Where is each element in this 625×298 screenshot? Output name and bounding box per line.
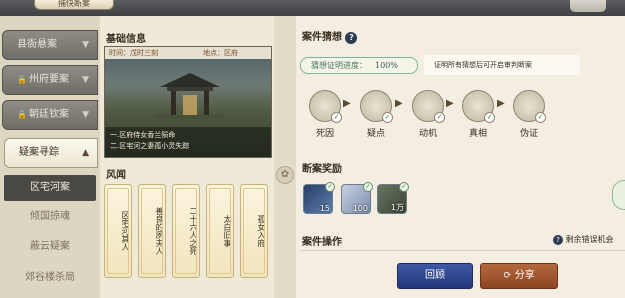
check-icon: ✓ xyxy=(399,182,409,192)
check-icon: ✓ xyxy=(325,182,335,192)
sidebar-item-label: 朝廷钦案 xyxy=(28,109,69,120)
reward-count: 15 xyxy=(319,204,330,213)
operation-title: 案件操作 xyxy=(302,237,342,248)
review-button[interactable]: 回顾 xyxy=(397,263,473,289)
rumor-scroll[interactable]: 善良的夙夫人 xyxy=(138,184,166,278)
panel-splitter: ✿ xyxy=(274,16,296,298)
arrow-right-icon: ▶ xyxy=(395,98,403,109)
step-cause-of-death[interactable]: ✓ 死因 xyxy=(302,90,348,139)
check-icon: ✓ xyxy=(484,112,495,123)
step-doubt[interactable]: ✓ 疑点 xyxy=(353,90,399,139)
truth-icon: ✓ xyxy=(462,90,495,123)
case-line-2: 二.区宅河之妻孤小灵失踪 xyxy=(110,142,190,150)
sidebar-item-label: 州府要案 xyxy=(28,74,69,85)
case-guess-title: 案件猜想 ? xyxy=(302,28,358,44)
sub-item-case-3[interactable]: 蔽云疑案 xyxy=(0,234,100,260)
share-button[interactable]: ⟳ 分享 xyxy=(480,263,558,289)
scroll-item-icon[interactable]: ✓ 15 xyxy=(303,182,335,214)
lock-icon: 🔒 xyxy=(17,110,27,119)
rumor-scroll[interactable]: 二十六人之死 xyxy=(172,184,200,278)
step-label: 动机 xyxy=(418,129,437,139)
sidebar-item-mystery-trail[interactable]: 疑案寻踪 ▲ xyxy=(4,138,98,168)
case-guess-title-text: 案件猜想 xyxy=(302,32,342,43)
share-icon: ⟳ xyxy=(503,270,512,281)
motive-icon: ✓ xyxy=(412,90,445,123)
check-icon: ✓ xyxy=(331,112,342,123)
scene-image: 时间：戊时三刻 地点：区府 一.区府侍女香兰殒命 二.区宅河之妻孤小灵失踪 xyxy=(104,46,272,158)
guess-progress: 猜想证明进度： 100% xyxy=(300,57,418,74)
step-motive[interactable]: ✓ 动机 xyxy=(405,90,451,139)
sidebar-item-label: 县衙悬案 xyxy=(17,39,57,50)
flower-icon[interactable]: ✿ xyxy=(276,166,294,184)
rumors-title: 风闻 xyxy=(106,170,126,181)
sidebar-item-county-case[interactable]: 县衙悬案 ▼ xyxy=(2,30,98,60)
sub-item-case-4[interactable]: 郊谷楼杀局 xyxy=(0,265,100,291)
fake-evidence-icon: ✓ xyxy=(513,90,546,123)
chevron-down-icon: ▼ xyxy=(82,40,89,50)
rumor-scroll[interactable]: 太白旧事 xyxy=(206,184,234,278)
rumor-scrolls: 区宅河其人 善良的夙夫人 二十六人之死 太白旧事 孤女入府 xyxy=(104,184,272,280)
check-icon: ✓ xyxy=(382,112,393,123)
time-label: 时间：戊时三刻 xyxy=(109,49,158,57)
gate-illustration xyxy=(155,73,225,119)
arrow-right-icon: ▶ xyxy=(446,98,454,109)
reward-count: 1万 xyxy=(390,203,404,212)
basic-info-title: 基础信息 xyxy=(106,34,146,45)
step-label: 死因 xyxy=(315,129,334,139)
help-icon[interactable]: ? xyxy=(553,235,563,245)
location-label: 地点：区府 xyxy=(203,49,238,57)
sidebar-item-prefecture-case[interactable]: 🔒 州府要案 ▼ xyxy=(2,65,98,95)
sidebar-item-label: 疑案寻踪 xyxy=(19,147,59,158)
remaining-chances-label: 剩余错误机会 xyxy=(565,235,614,244)
case-line-1: 一.区府侍女香兰殒命 xyxy=(110,131,176,139)
chevron-down-icon: ▼ xyxy=(82,110,89,120)
progress-hint: 证明所有猜想后可开启审判断案 xyxy=(424,55,580,75)
clue-icon: ✓ xyxy=(360,90,393,123)
body-icon: ✓ xyxy=(309,90,342,123)
case-summary: 一.区府侍女香兰殒命 二.区宅河之妻孤小灵失踪 xyxy=(105,127,271,157)
chevron-up-icon: ▲ xyxy=(82,148,89,158)
step-label: 伪证 xyxy=(519,129,538,139)
rumor-scroll[interactable]: 区宅河其人 xyxy=(104,184,132,278)
sub-item-case-1[interactable]: 区宅河案 xyxy=(4,175,96,201)
progress-label: 猜想证明进度： xyxy=(311,61,367,70)
step-label: 真相 xyxy=(468,129,487,139)
coin-item-icon[interactable]: ✓ 1万 xyxy=(377,182,409,214)
lock-icon: 🔒 xyxy=(17,75,27,84)
help-icon[interactable]: ? xyxy=(345,31,358,44)
arrow-right-icon: ▶ xyxy=(343,98,351,109)
rumor-scroll[interactable]: 孤女入府 xyxy=(240,184,268,278)
step-fake-evidence[interactable]: ✓ 伪证 xyxy=(506,90,552,139)
silver-item-icon[interactable]: ✓ 100 xyxy=(341,182,373,214)
arrow-right-icon: ▶ xyxy=(497,98,505,109)
share-label: 分享 xyxy=(514,270,535,281)
scene-header: 时间：戊时三刻 地点：区府 xyxy=(105,47,271,59)
divider xyxy=(300,250,625,251)
sidebar-item-imperial-case[interactable]: 🔒 朝廷钦案 ▼ xyxy=(2,100,98,130)
reward-count: 100 xyxy=(352,204,368,213)
tab-case-solving[interactable]: 捕快断案 xyxy=(34,0,114,10)
close-button[interactable] xyxy=(570,0,606,12)
check-icon: ✓ xyxy=(434,112,445,123)
step-label: 疑点 xyxy=(366,129,385,139)
sub-item-case-2[interactable]: 倾国掠魂 xyxy=(0,204,100,230)
remaining-chances: ? 剩余错误机会 xyxy=(553,234,614,245)
status-badge xyxy=(612,180,625,210)
check-icon: ✓ xyxy=(363,182,373,192)
progress-value: 100% xyxy=(375,61,398,70)
step-truth[interactable]: ✓ 真相 xyxy=(455,90,501,139)
top-bar: 捕快断案 xyxy=(0,0,625,16)
reward-title: 断案奖励 xyxy=(302,164,342,175)
check-icon: ✓ xyxy=(535,112,546,123)
chevron-down-icon: ▼ xyxy=(82,75,89,85)
